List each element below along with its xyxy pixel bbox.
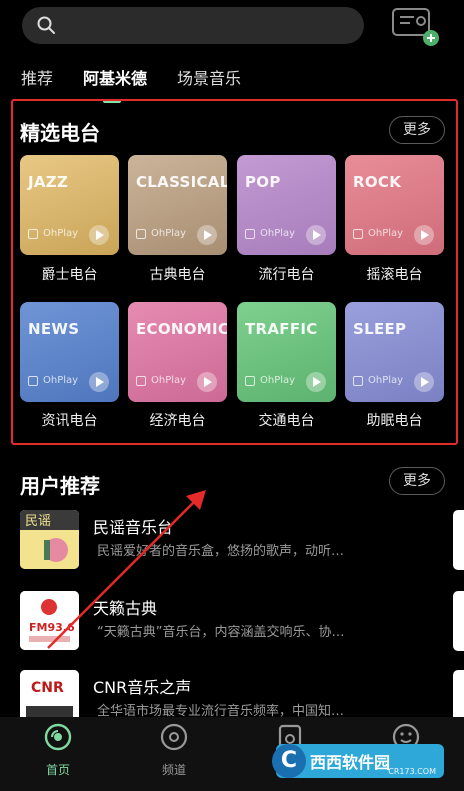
rec-desc: 民谣爱好者的音乐盒，悠扬的歌声，动听… — [97, 544, 345, 559]
play-icon[interactable] — [414, 372, 434, 392]
tab-archimedes-label: 阿基米德 — [83, 69, 148, 88]
card-genre: JAZZ — [28, 173, 69, 191]
play-icon[interactable] — [414, 225, 434, 245]
watermark-brand: 西西软件园 — [310, 753, 391, 772]
ohplay-brand: OhPlay — [43, 228, 79, 239]
classical-thumb-text: FM93.6 — [29, 621, 75, 634]
tab-recommend[interactable]: 推荐 — [21, 66, 53, 96]
folk-thumb-text: 民谣 — [25, 514, 51, 529]
rec-title: CNR音乐之声 — [93, 678, 192, 697]
ohplay-mark-icon — [245, 375, 255, 386]
station-label: 助眠电台 — [366, 413, 423, 429]
classical-station-thumb: FM93.6 — [20, 591, 79, 650]
ohplay-mark-icon — [353, 375, 363, 386]
station-card-rock[interactable]: ROCK OhPlay — [345, 155, 444, 255]
ohplay-brand: OhPlay — [260, 375, 296, 386]
watermark-mark: C — [272, 744, 306, 778]
station-label: 爵士电台 — [41, 267, 98, 283]
search-icon — [37, 16, 55, 34]
nav-channel[interactable]: 频道 — [144, 723, 204, 778]
ohplay-logo: OhPlay — [28, 228, 78, 239]
station-card-economics[interactable]: ECONOMICS OhPlay — [128, 302, 227, 402]
ohplay-brand: OhPlay — [43, 375, 79, 386]
list-item[interactable]: FM93.6 天籁古典 “天籁古典”音乐台，内容涵盖交响乐、协… — [20, 591, 440, 651]
station-card-traffic[interactable]: TRAFFIC OhPlay — [237, 302, 336, 402]
site-watermark: C 西西软件园 CR173.COM — [272, 744, 444, 778]
card-genre: ROCK — [353, 173, 402, 191]
rec-title: 天籁古典 — [93, 599, 158, 618]
station-card-jazz[interactable]: JAZZ OhPlay — [20, 155, 119, 255]
ohplay-brand: OhPlay — [368, 228, 404, 239]
station-card-news[interactable]: NEWS OhPlay — [20, 302, 119, 402]
side-peek-card[interactable] — [453, 591, 464, 651]
tab-archimedes[interactable]: 阿基米德 — [83, 66, 148, 103]
ohplay-logo: OhPlay — [245, 375, 295, 386]
add-device-icon[interactable] — [390, 5, 440, 47]
station-card-sleep[interactable]: SLEEP OhPlay — [345, 302, 444, 402]
ohplay-logo: OhPlay — [28, 375, 78, 386]
play-icon[interactable] — [306, 225, 326, 245]
ohplay-brand: OhPlay — [368, 375, 404, 386]
ohplay-logo: OhPlay — [136, 228, 186, 239]
card-genre: NEWS — [28, 320, 80, 338]
rec-desc: “天籁古典”音乐台，内容涵盖交响乐、协… — [97, 625, 345, 640]
ohplay-mark-icon — [136, 375, 146, 386]
featured-title: 精选电台 — [20, 121, 100, 145]
play-icon[interactable] — [89, 225, 109, 245]
rec-title: 民谣音乐台 — [93, 518, 174, 537]
nav-channel-label: 频道 — [161, 763, 186, 777]
card-genre: TRAFFIC — [245, 320, 318, 338]
featured-more-button[interactable]: 更多 — [389, 116, 445, 144]
station-card-pop[interactable]: POP OhPlay — [237, 155, 336, 255]
channel-disc-icon — [160, 723, 188, 751]
play-icon[interactable] — [197, 372, 217, 392]
side-peek-card[interactable] — [453, 510, 464, 570]
station-label: 流行电台 — [258, 267, 315, 283]
watermark-sub: CR173.COM — [388, 767, 436, 776]
ohplay-mark-icon — [28, 228, 38, 239]
ohplay-logo: OhPlay — [136, 375, 186, 386]
card-genre: ECONOMICS — [136, 320, 227, 338]
play-icon[interactable] — [89, 372, 109, 392]
user-rec-title: 用户推荐 — [20, 474, 100, 498]
list-item[interactable]: 民谣 民谣音乐台 民谣爱好者的音乐盒，悠扬的歌声，动听… — [20, 510, 440, 570]
cnr-thumb-text: CNR — [31, 680, 64, 696]
card-genre: SLEEP — [353, 320, 407, 338]
station-label: 古典电台 — [149, 267, 206, 283]
top-tabs: 推荐 阿基米德 场景音乐 — [21, 66, 271, 103]
station-label: 摇滚电台 — [366, 267, 423, 283]
user-rec-more-button[interactable]: 更多 — [389, 467, 445, 495]
ohplay-mark-icon — [136, 228, 146, 239]
nav-home-label: 首页 — [45, 763, 70, 777]
ohplay-logo: OhPlay — [353, 375, 403, 386]
play-icon[interactable] — [306, 372, 326, 392]
tab-scene-music[interactable]: 场景音乐 — [177, 66, 241, 96]
station-label: 资讯电台 — [41, 413, 98, 429]
ohplay-logo: OhPlay — [245, 228, 295, 239]
station-card-classical[interactable]: CLASSICAL OhPlay — [128, 155, 227, 255]
card-genre: POP — [245, 173, 281, 191]
ohplay-mark-icon — [28, 375, 38, 386]
ohplay-brand: OhPlay — [260, 228, 296, 239]
search-input[interactable] — [22, 7, 364, 44]
ohplay-mark-icon — [245, 228, 255, 239]
station-label: 经济电台 — [149, 413, 206, 429]
ohplay-brand: OhPlay — [151, 228, 187, 239]
ohplay-brand: OhPlay — [151, 375, 187, 386]
home-disc-icon — [44, 723, 72, 751]
folk-station-thumb: 民谣 — [20, 510, 79, 569]
card-genre: CLASSICAL — [136, 173, 227, 191]
station-label: 交通电台 — [258, 413, 315, 429]
nav-home[interactable]: 首页 — [28, 723, 88, 778]
play-icon[interactable] — [197, 225, 217, 245]
ohplay-logo: OhPlay — [353, 228, 403, 239]
ohplay-mark-icon — [353, 228, 363, 239]
